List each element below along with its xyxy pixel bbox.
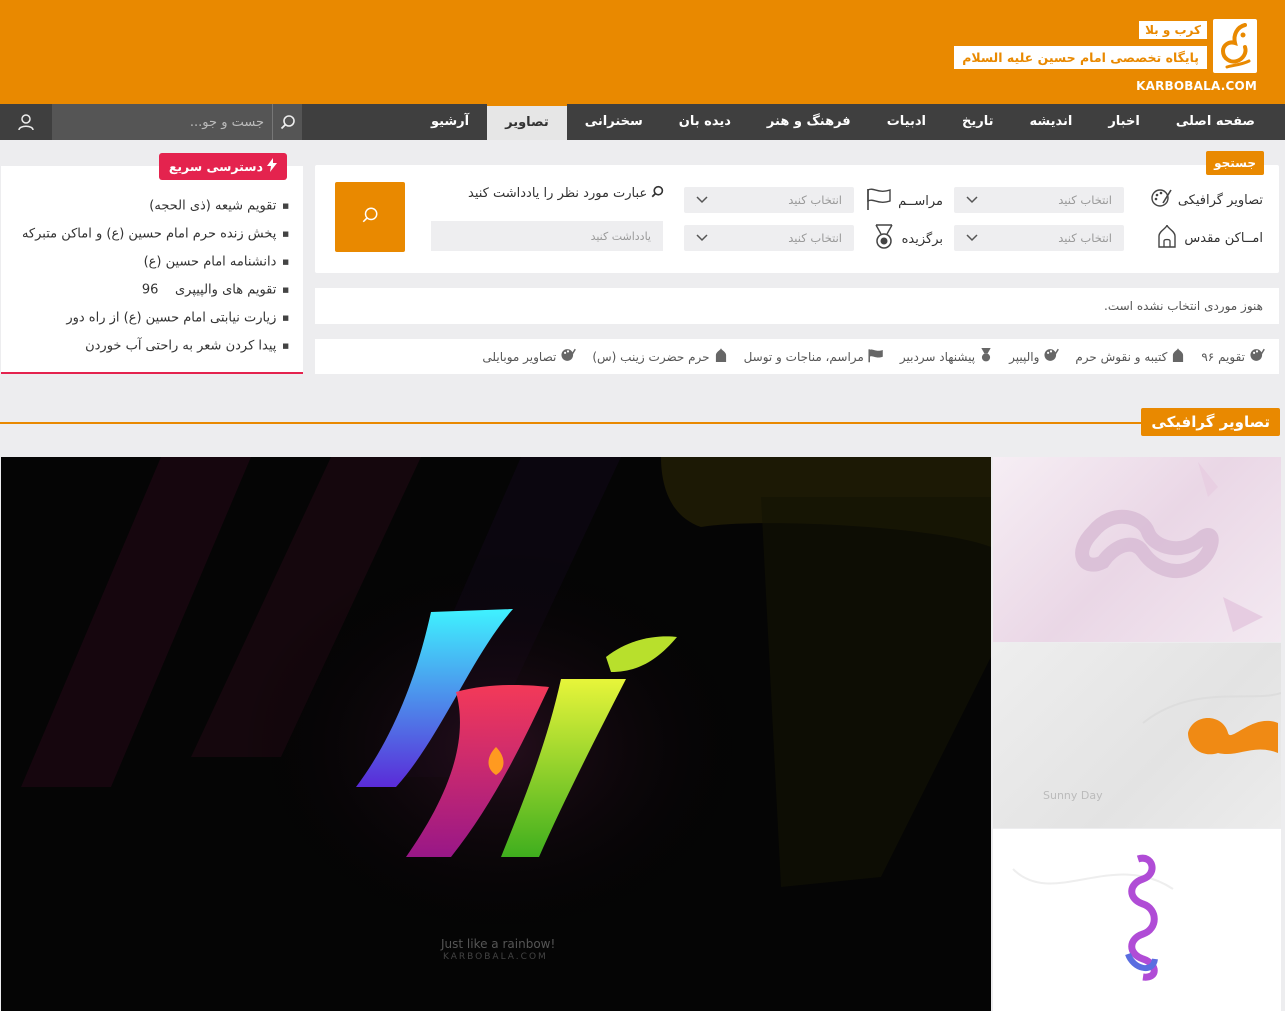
nav-item-watch[interactable]: دیده بان: [661, 104, 749, 140]
note-label: عبارت مورد نظر را یادداشت کنید: [468, 185, 664, 202]
search-icon: [361, 206, 379, 228]
selection-status: هنوز موردی انتخاب نشده است.: [315, 288, 1279, 324]
flag-icon: [866, 187, 892, 215]
image-watermark: KARBOBALA.COM: [443, 952, 548, 962]
thumb-caption: Sunny Day: [1043, 789, 1103, 802]
quick-access-item[interactable]: زیارت نیابتی امام حسین (ع) از راه دور: [22, 304, 289, 332]
quick-access-label: دسترسی سریع: [168, 159, 263, 174]
category-link[interactable]: تقویم ۹۶: [1201, 347, 1265, 366]
thumb-artwork: [1075, 462, 1263, 632]
featured-field-label: برگزیده: [872, 224, 943, 254]
nav-item-news[interactable]: اخبار: [1090, 104, 1158, 140]
category-link[interactable]: حرم حضرت زینب (س): [592, 347, 727, 366]
palette-icon: [1043, 347, 1060, 366]
palette-icon: [1249, 347, 1265, 366]
search-input[interactable]: [72, 114, 272, 130]
search-submit-button[interactable]: [335, 182, 405, 252]
logo-subtitle: پایگاه تخصصی امام حسین علیه السلام: [954, 46, 1207, 69]
quick-access-item[interactable]: پیدا کردن شعر به راحتی آب خوردن: [22, 332, 289, 360]
category-link[interactable]: مراسم، مناجات و توسل: [744, 348, 884, 366]
quick-access-item[interactable]: دانشنامه امام حسین (ع): [22, 248, 289, 276]
nav-items: صفحه اصلی اخبار اندیشه تاریخ ادبیات فرهن…: [413, 104, 1273, 140]
user-icon[interactable]: [0, 104, 52, 140]
logo-url: KARBOBALA.COM: [1136, 79, 1257, 93]
thumb-artwork: [1012, 854, 1174, 981]
gallery-thumb[interactable]: [993, 829, 1281, 1011]
nav-item-history[interactable]: تاریخ: [944, 104, 1012, 140]
shrine-icon: [714, 347, 728, 366]
category-link[interactable]: والپیپر: [1009, 347, 1060, 366]
quick-access-list: تقویم شیعه (ذی الحجه) پخش زنده حرم امام …: [22, 192, 289, 360]
karbobala-logo-icon: [1213, 19, 1257, 73]
nav-item-culture[interactable]: فرهنگ و هنر: [749, 104, 869, 140]
note-input[interactable]: یادداشت کنید: [431, 221, 663, 251]
category-links: تقویم ۹۶ کتیبه و نقوش حرم والپیپر پیشنها…: [315, 339, 1279, 374]
chevron-down-icon: [966, 193, 978, 207]
featured-select[interactable]: انتخاب کنید: [684, 225, 854, 251]
chevron-down-icon: [696, 231, 708, 245]
medal-icon: [979, 347, 993, 366]
site-header: کرب و بلا پایگاه تخصصی امام حسین علیه ال…: [0, 0, 1285, 104]
search-icon: [651, 185, 664, 202]
quick-access-item[interactable]: تقویم شیعه (ذی الحجه): [22, 192, 289, 220]
section-divider: [0, 422, 1150, 424]
nav-item-archive[interactable]: آرشیو: [413, 104, 487, 140]
featured-image[interactable]: Just like a rainbow! KARBOBALA.COM: [1, 457, 991, 1011]
section-title: تصاویر گرافیکی: [1141, 408, 1280, 436]
shrine-icon: [1171, 347, 1185, 366]
graphic-select[interactable]: انتخاب کنید: [954, 187, 1124, 213]
medal-icon: [872, 224, 896, 254]
category-link[interactable]: کتیبه و نقوش حرم: [1075, 347, 1185, 366]
search-icon[interactable]: [272, 104, 302, 140]
main-nav: صفحه اصلی اخبار اندیشه تاریخ ادبیات فرهن…: [0, 104, 1285, 140]
ceremony-select[interactable]: انتخاب کنید: [684, 187, 854, 213]
category-link[interactable]: پیشنهاد سردبیر: [900, 347, 993, 366]
chevron-down-icon: [966, 231, 978, 245]
shrine-icon: [1156, 224, 1178, 252]
thumb-artwork: [1142, 692, 1281, 755]
logo-tag: کرب و بلا: [1139, 21, 1207, 39]
site-logo[interactable]: کرب و بلا پایگاه تخصصی امام حسین علیه ال…: [954, 16, 1257, 96]
flag-icon: [868, 348, 884, 366]
ceremony-field-label: مراســم: [866, 187, 943, 215]
rainbow-calligraphy-artwork: [1, 457, 991, 1011]
gallery-thumb[interactable]: [993, 457, 1281, 642]
nav-item-speech[interactable]: سخنرانی: [567, 104, 661, 140]
chevron-down-icon: [696, 193, 708, 207]
palette-icon: [560, 347, 577, 366]
palette-icon: [1150, 187, 1172, 213]
quick-access-title: دسترسی سریع: [158, 153, 287, 180]
category-link[interactable]: تصاویر موبایلی: [482, 347, 577, 366]
quick-access-item[interactable]: تقویم های والپیپری 96: [22, 276, 289, 304]
holy-places-select[interactable]: انتخاب کنید: [954, 225, 1124, 251]
nav-item-literature[interactable]: ادبیات: [869, 104, 944, 140]
nav-item-thought[interactable]: اندیشه: [1011, 104, 1090, 140]
lightning-icon: [267, 158, 277, 175]
quick-access-item[interactable]: پخش زنده حرم امام حسین (ع) و اماکن متبرک…: [22, 220, 289, 248]
holy-places-field-label: امــاکن مقدس: [1156, 224, 1263, 252]
nav-search: [52, 104, 302, 140]
nav-item-home[interactable]: صفحه اصلی: [1158, 104, 1273, 140]
image-caption: Just like a rainbow!: [441, 937, 556, 951]
nav-item-images[interactable]: تصاویر: [487, 104, 567, 140]
gallery-thumb[interactable]: Sunny Day: [993, 643, 1281, 828]
image-search-panel: جستجو تصاویر گرافیکی انتخاب کنید مراســم…: [315, 151, 1279, 273]
quick-access-panel: دسترسی سریع تقویم شیعه (ذی الحجه) پخش زن…: [1, 153, 303, 374]
graphic-field-label: تصاویر گرافیکی: [1150, 187, 1263, 213]
search-panel-title: جستجو: [1206, 151, 1264, 175]
